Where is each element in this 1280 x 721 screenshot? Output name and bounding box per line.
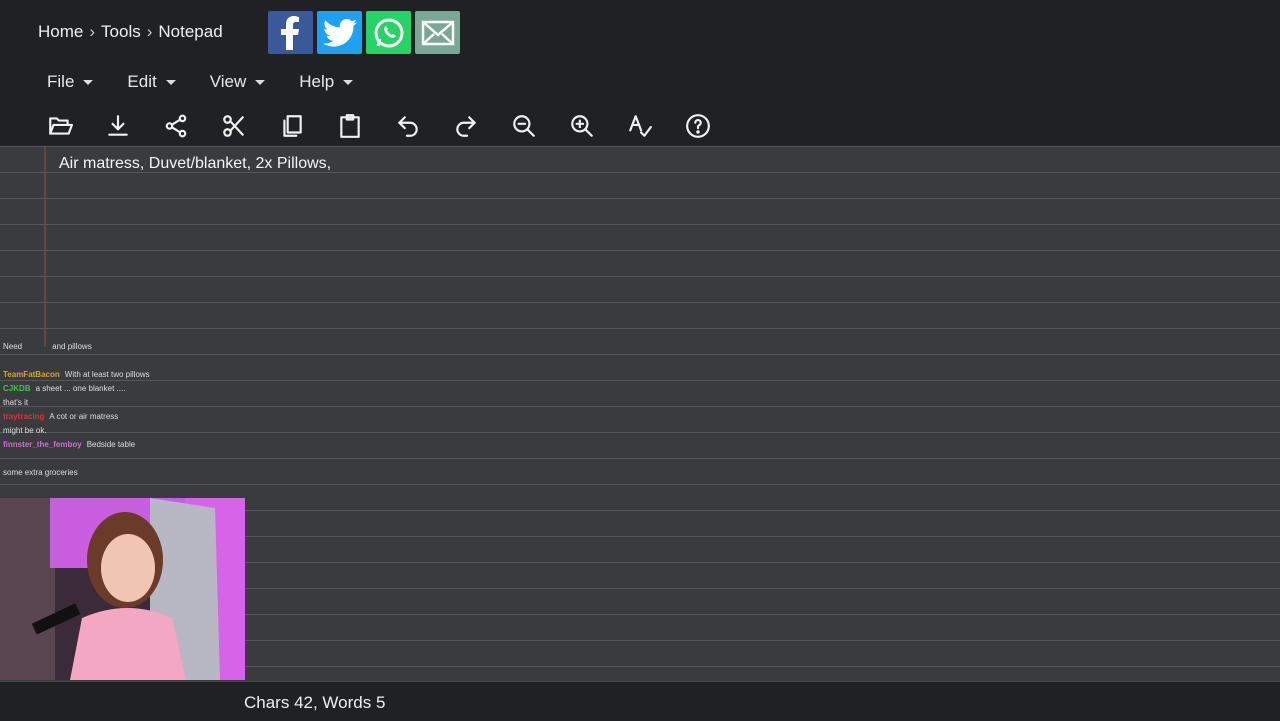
spellcheck-button[interactable] bbox=[620, 108, 660, 144]
menu-file-label: File bbox=[47, 72, 75, 91]
facebook-share-button[interactable] bbox=[268, 11, 313, 54]
menu-bar: File Edit View Help bbox=[47, 72, 387, 92]
redo-icon bbox=[456, 116, 476, 137]
open-button[interactable] bbox=[40, 108, 80, 144]
email-share-button[interactable] bbox=[415, 11, 460, 54]
undo-button[interactable] bbox=[388, 108, 428, 144]
cut-button[interactable] bbox=[214, 108, 254, 144]
chat-username: CJKDB bbox=[3, 384, 31, 393]
zoom-in-icon bbox=[571, 115, 593, 137]
menu-edit[interactable]: Edit bbox=[127, 72, 176, 92]
chat-text: and pillows bbox=[52, 342, 92, 351]
chat-message bbox=[0, 354, 245, 368]
margin-line bbox=[44, 147, 46, 347]
redo-button[interactable] bbox=[446, 108, 486, 144]
twitter-share-button[interactable] bbox=[317, 11, 362, 54]
cut-icon bbox=[223, 115, 244, 137]
status-bar: Chars 42, Words 5 bbox=[0, 681, 1280, 721]
zoom-in-button[interactable] bbox=[562, 108, 602, 144]
char-word-count: Chars 42, Words 5 bbox=[244, 693, 386, 712]
download-icon bbox=[108, 115, 128, 136]
caret-down-icon bbox=[255, 79, 266, 85]
breadcrumb-separator: › bbox=[89, 22, 96, 41]
caret-down-icon bbox=[165, 79, 176, 85]
share-icon bbox=[165, 114, 187, 138]
email-icon bbox=[421, 20, 454, 45]
help-icon bbox=[686, 114, 710, 138]
chat-text: a sheet ... one blanket .... bbox=[35, 384, 126, 393]
chat-text: With at least two pillows bbox=[64, 370, 150, 379]
chat-text: some extra groceries bbox=[3, 468, 78, 477]
share-buttons bbox=[268, 11, 460, 54]
whatsapp-share-button[interactable] bbox=[366, 11, 411, 54]
chat-message bbox=[0, 452, 245, 466]
zoom-out-icon bbox=[513, 115, 535, 137]
chat-message: some extra groceries bbox=[0, 466, 245, 480]
open-folder-icon bbox=[49, 117, 73, 135]
header: Home › Tools › Notepad File Edit View He… bbox=[0, 0, 1280, 146]
caret-down-icon bbox=[83, 79, 94, 85]
webcam-image bbox=[0, 498, 245, 680]
help-button[interactable] bbox=[678, 108, 718, 144]
chat-message: that's it bbox=[0, 396, 245, 410]
chat-username: traytracing bbox=[3, 412, 45, 421]
chat-text: A cot or air matress bbox=[49, 412, 119, 421]
menu-help-label: Help bbox=[299, 72, 335, 91]
chat-text: Need bbox=[3, 342, 23, 351]
undo-icon bbox=[398, 116, 418, 137]
paste-button[interactable] bbox=[330, 108, 370, 144]
breadcrumb-home[interactable]: Home bbox=[38, 22, 83, 42]
chat-text: might be ok. bbox=[3, 426, 47, 435]
copy-button[interactable] bbox=[272, 108, 312, 144]
spellcheck-icon bbox=[629, 115, 652, 137]
paste-icon bbox=[340, 114, 360, 138]
menu-view-label: View bbox=[209, 72, 247, 91]
whatsapp-icon bbox=[374, 18, 403, 47]
facebook-icon bbox=[280, 15, 299, 50]
caret-down-icon bbox=[343, 79, 354, 85]
zoom-out-button[interactable] bbox=[504, 108, 544, 144]
stream-chat-overlay: Need and pillows TeamFatBacon With at least… bbox=[0, 340, 245, 480]
breadcrumb-separator: › bbox=[146, 22, 153, 41]
chat-message: finnster_the_femboy Bedside table bbox=[0, 438, 245, 452]
menu-view[interactable]: View bbox=[210, 72, 266, 92]
editor-content: Air matress, Duvet/blanket, 2x Pillows, bbox=[59, 155, 332, 172]
chat-message: might be ok. bbox=[0, 424, 245, 438]
breadcrumb-current: Notepad bbox=[158, 22, 223, 41]
twitter-icon bbox=[322, 18, 357, 47]
menu-file[interactable]: File bbox=[47, 72, 94, 92]
chat-message: TeamFatBacon With at least two pillows bbox=[0, 368, 245, 382]
chat-username: finnster_the_femboy bbox=[3, 440, 82, 449]
download-button[interactable] bbox=[98, 108, 138, 144]
menu-edit-label: Edit bbox=[127, 72, 157, 91]
breadcrumb-tools[interactable]: Tools bbox=[101, 22, 141, 42]
chat-text: that's it bbox=[3, 398, 29, 407]
chat-message: traytracing A cot or air matress bbox=[0, 410, 245, 424]
chat-message: Need and pillows bbox=[0, 340, 245, 354]
breadcrumb: Home › Tools › Notepad bbox=[38, 22, 223, 42]
menu-help[interactable]: Help bbox=[299, 72, 354, 92]
chat-text: Bedside table bbox=[86, 440, 136, 449]
chat-username: TeamFatBacon bbox=[3, 370, 60, 379]
webcam-overlay bbox=[0, 498, 245, 680]
chat-message: CJKDB a sheet ... one blanket .... bbox=[0, 382, 245, 396]
toolbar bbox=[40, 108, 736, 144]
copy-icon bbox=[283, 115, 302, 137]
share-button[interactable] bbox=[156, 108, 196, 144]
